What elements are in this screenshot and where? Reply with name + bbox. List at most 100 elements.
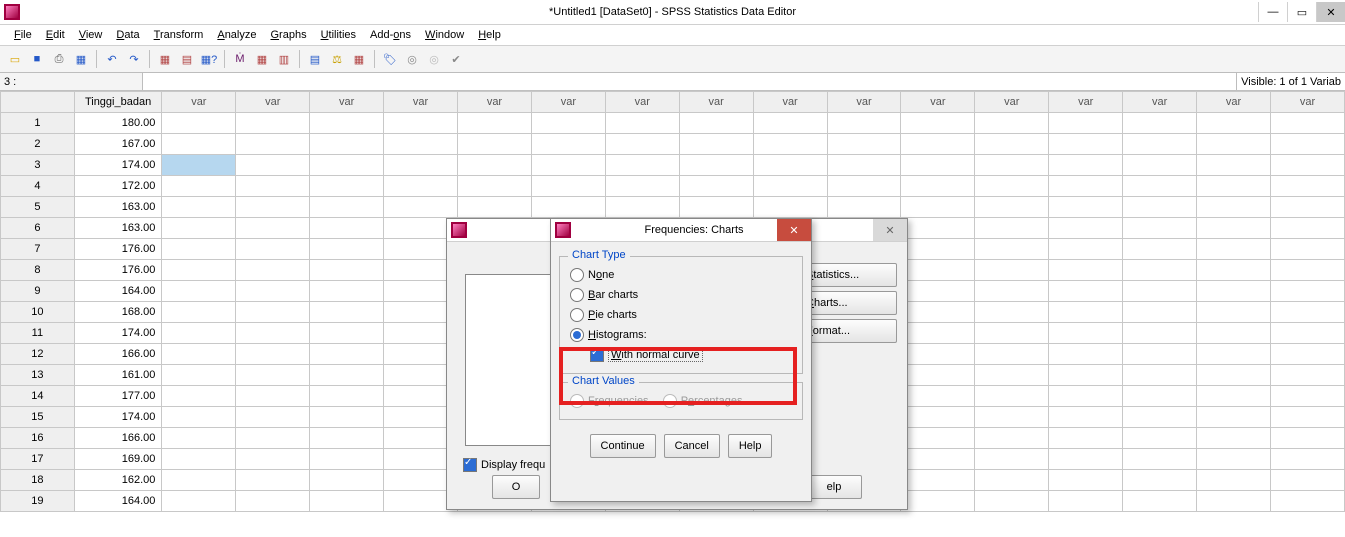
column-header[interactable]: Tinggi_badan <box>74 92 162 113</box>
empty-cell[interactable] <box>236 344 310 365</box>
row-header[interactable]: 1 <box>1 113 75 134</box>
empty-cell[interactable] <box>901 218 975 239</box>
empty-cell[interactable] <box>236 470 310 491</box>
row-header[interactable]: 17 <box>1 449 75 470</box>
empty-cell[interactable] <box>901 113 975 134</box>
empty-cell[interactable] <box>1123 407 1197 428</box>
empty-cell[interactable] <box>1197 449 1271 470</box>
empty-cell[interactable] <box>1123 470 1197 491</box>
data-cell[interactable]: 166.00 <box>74 344 162 365</box>
empty-cell[interactable] <box>162 365 236 386</box>
row-header[interactable]: 12 <box>1 344 75 365</box>
empty-cell[interactable] <box>1270 344 1344 365</box>
use-sets-icon[interactable]: ◎ <box>403 50 421 68</box>
format-button[interactable]: Format... <box>797 319 897 343</box>
empty-cell[interactable] <box>162 470 236 491</box>
empty-cell[interactable] <box>901 470 975 491</box>
data-cell[interactable]: 164.00 <box>74 281 162 302</box>
empty-cell[interactable] <box>1270 281 1344 302</box>
empty-cell[interactable] <box>162 260 236 281</box>
empty-cell[interactable] <box>1197 260 1271 281</box>
row-header[interactable]: 3 <box>1 155 75 176</box>
empty-cell[interactable] <box>1197 344 1271 365</box>
cancel-button[interactable]: Cancel <box>664 434 720 458</box>
empty-cell[interactable] <box>975 239 1049 260</box>
empty-cell[interactable] <box>162 155 236 176</box>
empty-cell[interactable] <box>901 386 975 407</box>
empty-cell[interactable] <box>901 407 975 428</box>
empty-cell[interactable] <box>1049 386 1123 407</box>
row-header[interactable]: 8 <box>1 260 75 281</box>
empty-cell[interactable] <box>605 155 679 176</box>
select-cases-icon[interactable]: ▦ <box>350 50 368 68</box>
menu-analyze[interactable]: Analyze <box>211 27 262 43</box>
row-header[interactable]: 18 <box>1 470 75 491</box>
column-header-var[interactable]: var <box>679 92 753 113</box>
empty-cell[interactable] <box>827 197 901 218</box>
empty-cell[interactable] <box>901 323 975 344</box>
empty-cell[interactable] <box>605 113 679 134</box>
empty-cell[interactable] <box>384 155 458 176</box>
empty-cell[interactable] <box>1197 134 1271 155</box>
empty-cell[interactable] <box>236 302 310 323</box>
empty-cell[interactable] <box>1270 428 1344 449</box>
empty-cell[interactable] <box>162 281 236 302</box>
menu-window[interactable]: Window <box>419 27 470 43</box>
empty-cell[interactable] <box>679 113 753 134</box>
recall-icon[interactable]: ▦ <box>72 50 90 68</box>
row-header[interactable]: 6 <box>1 218 75 239</box>
empty-cell[interactable] <box>1049 281 1123 302</box>
empty-cell[interactable] <box>1270 218 1344 239</box>
empty-cell[interactable] <box>1123 428 1197 449</box>
empty-cell[interactable] <box>1049 428 1123 449</box>
minimize-button[interactable]: — <box>1258 2 1287 22</box>
redo-icon[interactable]: ↷ <box>125 50 143 68</box>
goto-case-icon[interactable]: ▦ <box>156 50 174 68</box>
empty-cell[interactable] <box>1270 407 1344 428</box>
row-header[interactable]: 14 <box>1 386 75 407</box>
empty-cell[interactable] <box>1197 239 1271 260</box>
empty-cell[interactable] <box>975 155 1049 176</box>
column-header-var[interactable]: var <box>531 92 605 113</box>
empty-cell[interactable] <box>975 323 1049 344</box>
data-cell[interactable]: 163.00 <box>74 197 162 218</box>
empty-cell[interactable] <box>1270 134 1344 155</box>
empty-cell[interactable] <box>753 113 827 134</box>
row-header[interactable]: 19 <box>1 491 75 512</box>
undo-icon[interactable]: ↶ <box>103 50 121 68</box>
empty-cell[interactable] <box>458 176 532 197</box>
column-header-var[interactable]: var <box>901 92 975 113</box>
empty-cell[interactable] <box>975 386 1049 407</box>
empty-cell[interactable] <box>236 428 310 449</box>
empty-cell[interactable] <box>1049 344 1123 365</box>
empty-cell[interactable] <box>1123 365 1197 386</box>
empty-cell[interactable] <box>1270 449 1344 470</box>
empty-cell[interactable] <box>236 197 310 218</box>
empty-cell[interactable] <box>901 239 975 260</box>
empty-cell[interactable] <box>1197 428 1271 449</box>
empty-cell[interactable] <box>975 365 1049 386</box>
empty-cell[interactable] <box>1197 113 1271 134</box>
menu-graphs[interactable]: Graphs <box>264 27 312 43</box>
empty-cell[interactable] <box>975 344 1049 365</box>
empty-cell[interactable] <box>310 197 384 218</box>
empty-cell[interactable] <box>605 134 679 155</box>
empty-cell[interactable] <box>1049 176 1123 197</box>
empty-cell[interactable] <box>236 281 310 302</box>
empty-cell[interactable] <box>1270 155 1344 176</box>
menu-data[interactable]: Data <box>110 27 145 43</box>
empty-cell[interactable] <box>975 260 1049 281</box>
empty-cell[interactable] <box>679 176 753 197</box>
empty-cell[interactable] <box>975 428 1049 449</box>
empty-cell[interactable] <box>679 197 753 218</box>
empty-cell[interactable] <box>236 449 310 470</box>
freq-help-button[interactable]: elp <box>806 475 862 499</box>
empty-cell[interactable] <box>1049 260 1123 281</box>
column-header-var[interactable]: var <box>753 92 827 113</box>
row-header[interactable]: 5 <box>1 197 75 218</box>
row-header[interactable]: 7 <box>1 239 75 260</box>
data-cell[interactable]: 163.00 <box>74 218 162 239</box>
empty-cell[interactable] <box>1049 491 1123 512</box>
empty-cell[interactable] <box>162 491 236 512</box>
empty-cell[interactable] <box>1123 449 1197 470</box>
